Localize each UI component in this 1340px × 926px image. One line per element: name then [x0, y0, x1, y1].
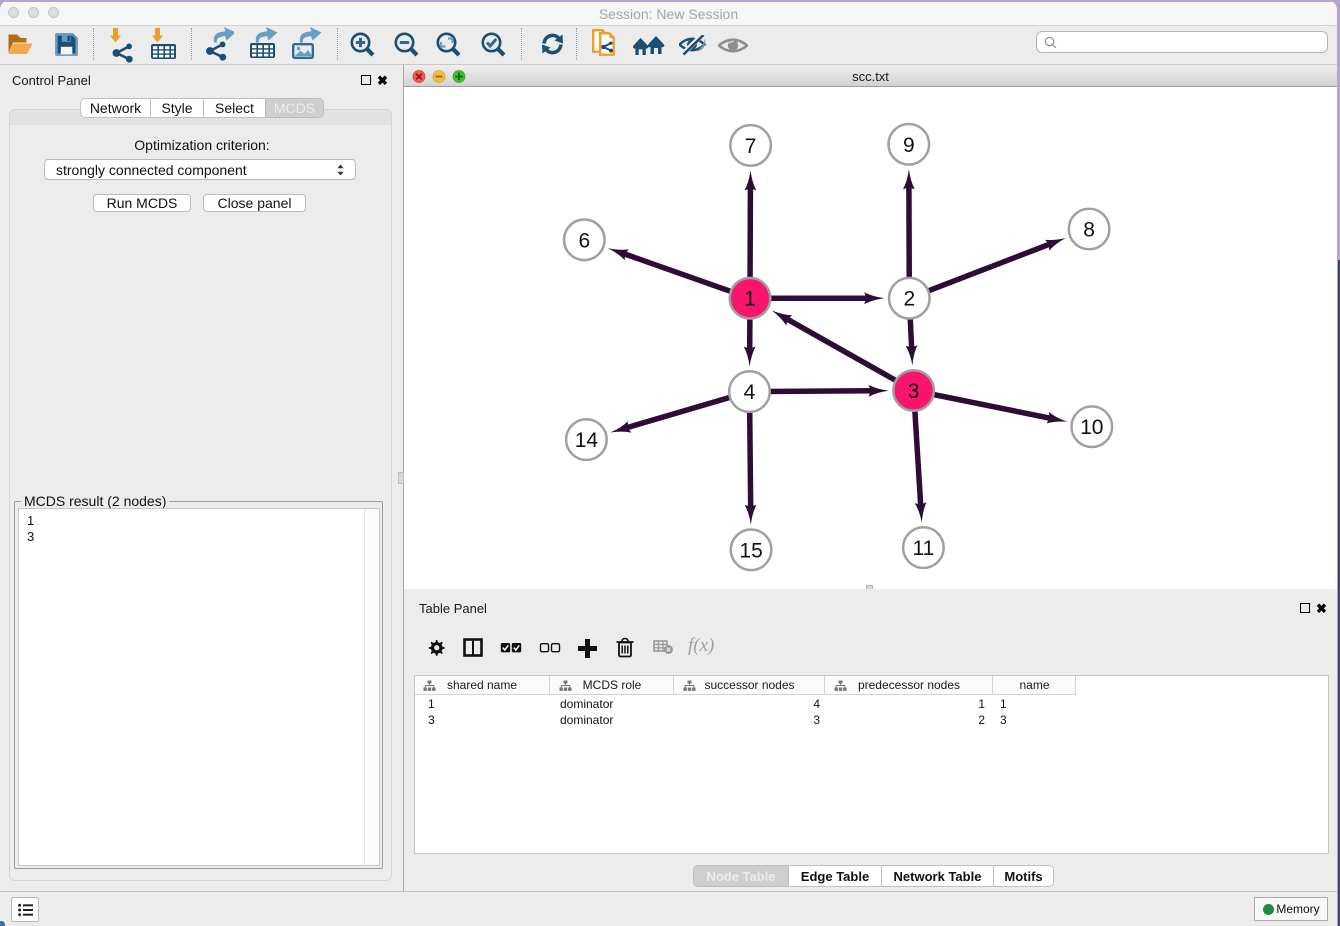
svg-text:1: 1	[744, 288, 756, 311]
svg-text:2: 2	[903, 288, 915, 311]
svg-text:7: 7	[745, 135, 757, 158]
svg-text:15: 15	[739, 539, 762, 562]
svg-text:14: 14	[575, 429, 599, 452]
svg-text:4: 4	[744, 381, 756, 404]
svg-text:3: 3	[908, 380, 920, 403]
svg-text:f(x): f(x)	[688, 636, 714, 656]
svg-text:11: 11	[912, 537, 934, 560]
svg-text:9: 9	[903, 134, 915, 157]
svg-text:6: 6	[578, 229, 590, 252]
svg-text:8: 8	[1083, 219, 1095, 242]
svg-text:10: 10	[1080, 416, 1103, 439]
